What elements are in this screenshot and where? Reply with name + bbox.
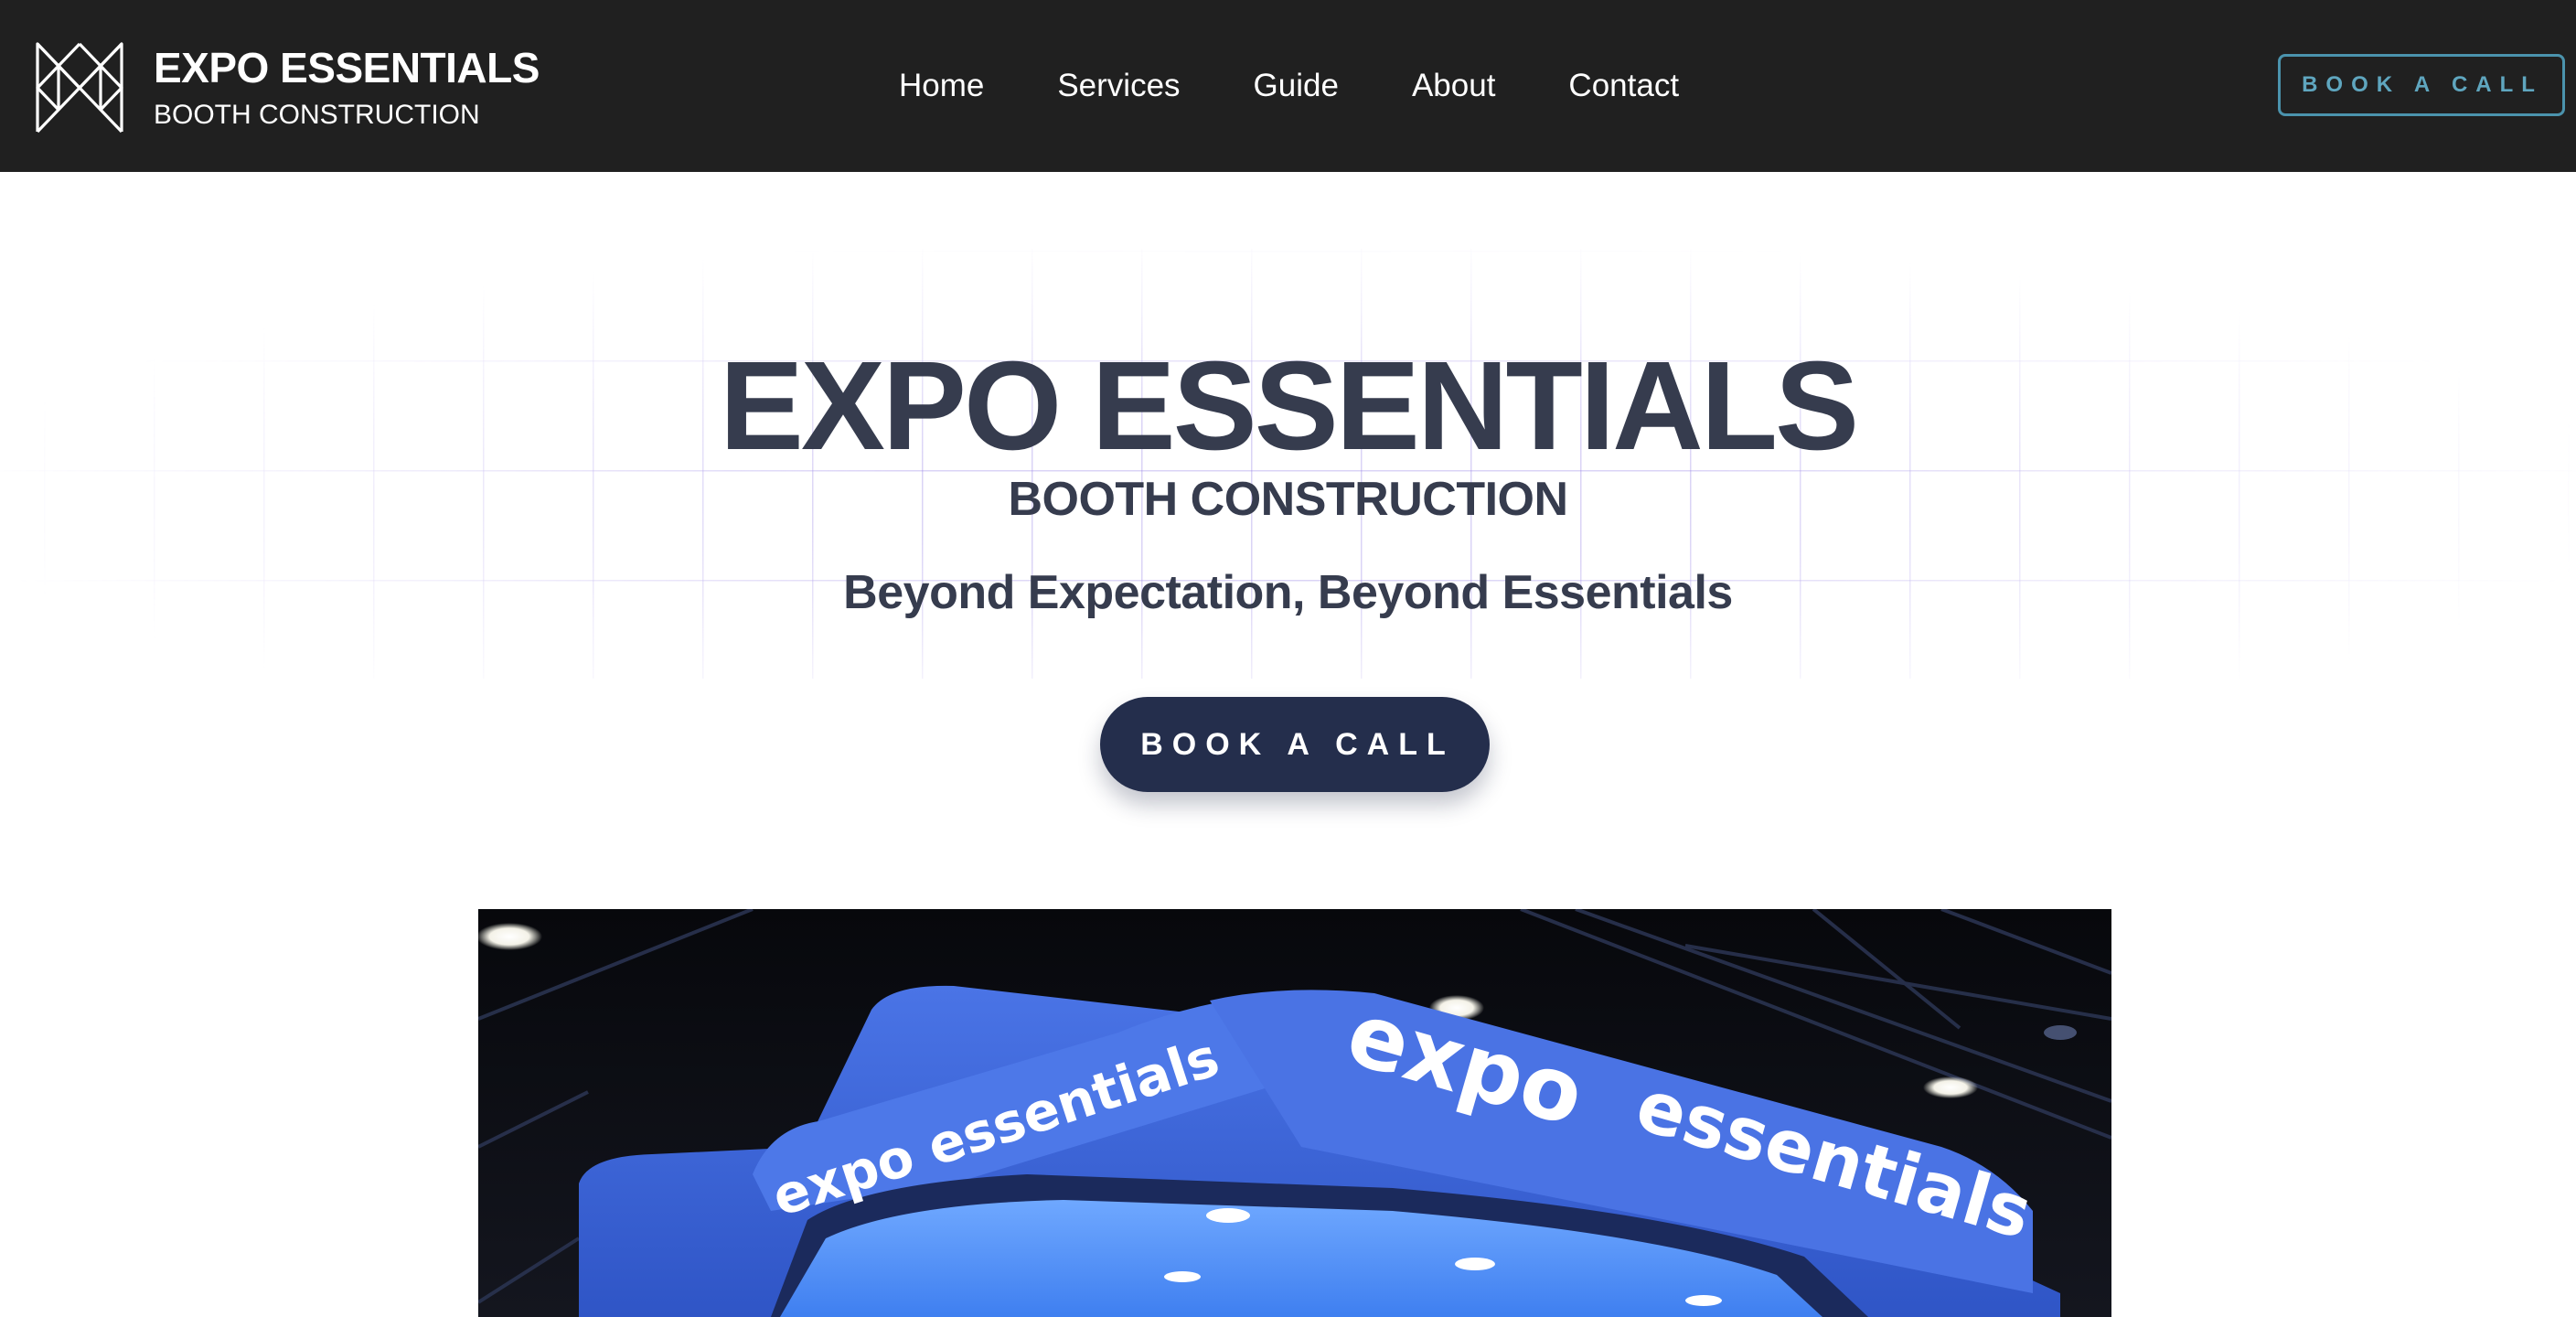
booth-photo: expo essentials expo essentials xyxy=(478,909,2111,1317)
hero-subtitle: BOOTH CONSTRUCTION xyxy=(1008,473,1568,526)
booth-showcase-image: expo essentials expo essentials xyxy=(478,909,2111,1317)
brand-home-link[interactable]: EXPO ESSENTIALS BOOTH CONSTRUCTION xyxy=(35,40,540,135)
nav-link-contact[interactable]: Contact xyxy=(1568,68,1679,104)
site-header: EXPO ESSENTIALS BOOTH CONSTRUCTION Home … xyxy=(0,0,2576,172)
brand-text: EXPO ESSENTIALS BOOTH CONSTRUCTION xyxy=(154,43,540,133)
brand-title: EXPO ESSENTIALS xyxy=(154,44,540,91)
hero-section: EXPO ESSENTIALS BOOTH CONSTRUCTION Beyon… xyxy=(0,172,2576,915)
hero-book-call-button[interactable]: BOOK A CALL xyxy=(1100,697,1490,792)
hero-title: EXPO ESSENTIALS xyxy=(719,336,1859,476)
expo-essentials-logo-icon xyxy=(36,42,123,134)
nav-link-about[interactable]: About xyxy=(1412,68,1495,104)
nav-link-home[interactable]: Home xyxy=(899,68,984,104)
brand-subtitle: BOOTH CONSTRUCTION xyxy=(154,100,480,130)
nav-link-services[interactable]: Services xyxy=(1057,68,1180,104)
hero-tagline: Beyond Expectation, Beyond Essentials xyxy=(843,566,1733,619)
header-book-call-button[interactable]: BOOK A CALL xyxy=(2278,54,2565,116)
nav-link-guide[interactable]: Guide xyxy=(1254,68,1339,104)
